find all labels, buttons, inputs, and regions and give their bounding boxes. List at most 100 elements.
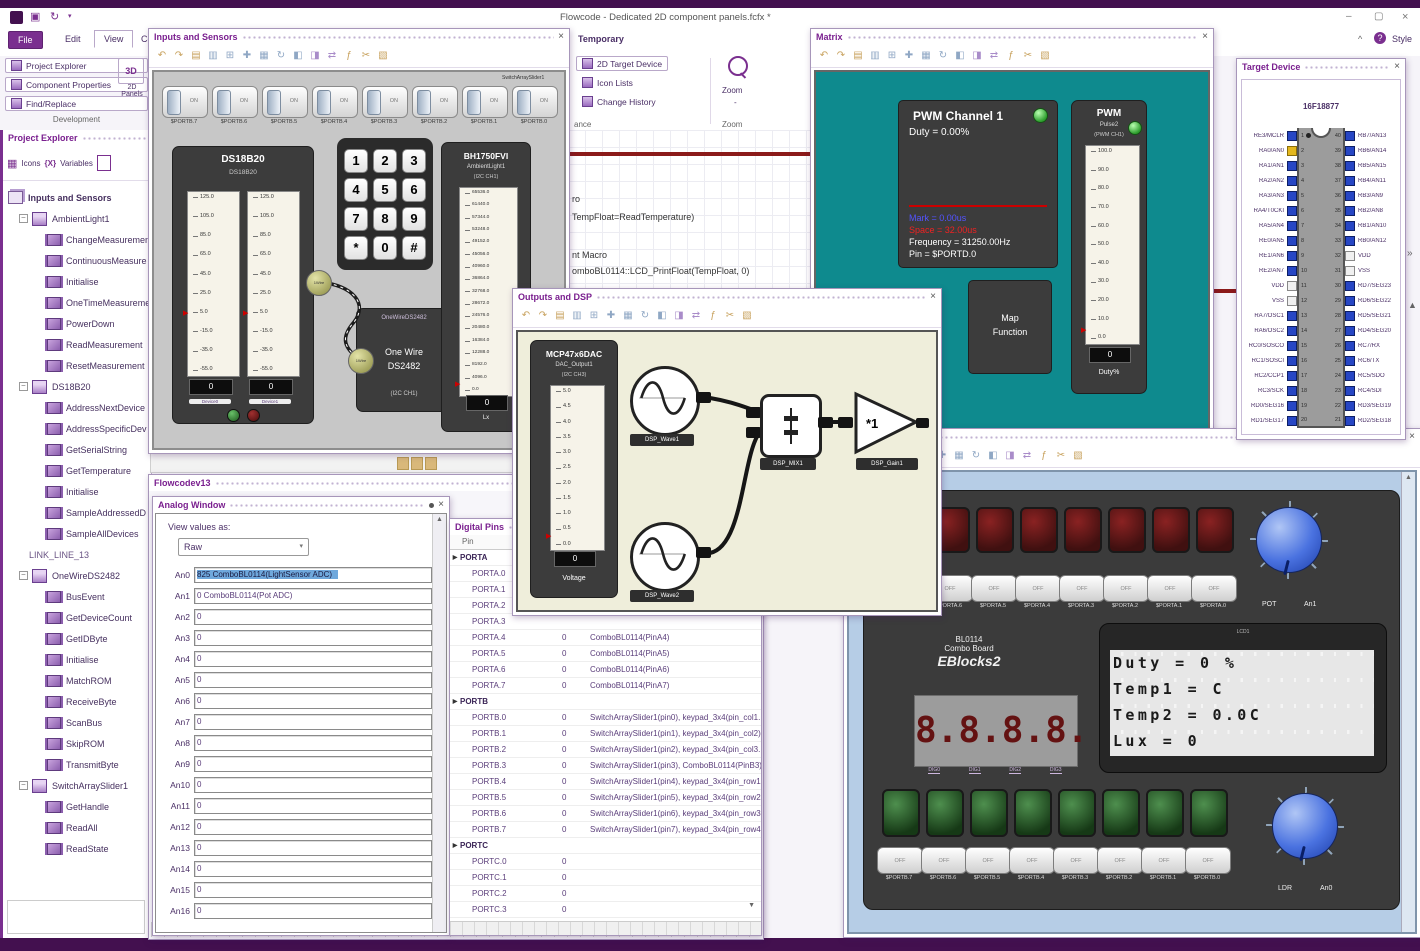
connector-plug[interactable] — [818, 417, 833, 428]
digital-pin-row[interactable]: ▶ PORTC.1 0 — [450, 870, 761, 886]
toggle-switch[interactable]: OFF — [1147, 575, 1193, 602]
digital-pin-row[interactable]: ▶ PORTB.6 0 SwitchArraySlider1(pin6), ke… — [450, 806, 761, 822]
pin-box-left[interactable] — [1287, 190, 1297, 201]
digital-pin-row[interactable]: ▶ PORTA.3 — [450, 614, 761, 630]
tree-item[interactable]: TransmitByte — [3, 754, 151, 775]
pin-label-right[interactable]: RB6/AN14 — [1355, 148, 1396, 154]
pin-label-left[interactable]: RC3/SCK — [1246, 388, 1287, 394]
pin-label-left[interactable]: RD0/SEG16 — [1246, 403, 1287, 409]
digital-pin-row[interactable]: ▶ PORTB.3 0 SwitchArraySlider1(pin3), Co… — [450, 758, 761, 774]
pin-label-right[interactable]: RD5/SEG21 — [1355, 313, 1396, 319]
icons-tab-icon[interactable]: ▦ — [7, 157, 17, 170]
pin-label-right[interactable]: VDD — [1355, 253, 1396, 259]
map-function-block[interactable]: Map Function — [968, 280, 1052, 374]
digital-pin-row[interactable]: ▶ PORTB.2 0 SwitchArraySlider1(pin2), ke… — [450, 742, 761, 758]
toolbar-icon[interactable]: ✚ — [604, 309, 618, 323]
pin-box-left[interactable] — [1287, 220, 1297, 231]
toolbar-icon[interactable]: ↻ — [969, 449, 983, 463]
toolbar-icon[interactable]: ▧ — [1071, 449, 1085, 463]
toolbar-icon[interactable]: ↷ — [172, 49, 186, 63]
pin-label-left[interactable]: RE2/AN7 — [1246, 268, 1287, 274]
toolbar-icon[interactable]: ✚ — [902, 49, 916, 63]
pin-box-right[interactable] — [1345, 355, 1355, 366]
tree-item[interactable]: Inputs and Sensors — [3, 187, 151, 208]
channel-value-field[interactable]: 0 — [194, 734, 432, 751]
tree-item[interactable]: Initialise — [3, 649, 151, 670]
tree-item[interactable]: GetHandle — [3, 796, 151, 817]
pin-box-left[interactable] — [1287, 250, 1297, 261]
pin-box-left[interactable] — [1287, 325, 1297, 336]
tree-item[interactable]: AddressSpecificDev — [3, 418, 151, 439]
toolbar-icon[interactable]: ƒ — [1004, 49, 1018, 63]
toggle-switch[interactable]: OFF — [1009, 847, 1055, 874]
toggle-icon-lists[interactable]: Icon Lists — [576, 75, 669, 90]
style-menu[interactable]: Style — [1392, 34, 1412, 44]
tree-item[interactable]: ResetMeasurement — [3, 355, 151, 376]
toolbar-icon[interactable]: ◧ — [986, 449, 1000, 463]
tree-item[interactable]: GetSerialString — [3, 439, 151, 460]
toolbar-icon[interactable]: ◨ — [970, 49, 984, 63]
pin-box-right[interactable] — [1345, 265, 1355, 276]
pin-box-right[interactable] — [1345, 400, 1355, 411]
toggle-2d-target-device[interactable]: 2D Target Device — [576, 56, 669, 71]
toolbar-icon[interactable]: ▤ — [553, 309, 567, 323]
channel-value-field[interactable]: 0 — [194, 797, 432, 814]
channel-value-field[interactable]: 0 — [194, 671, 432, 688]
pin-box-right[interactable] — [1345, 250, 1355, 261]
channel-value-field[interactable]: 0 — [194, 860, 432, 877]
pin-label-left[interactable]: RA2/AN2 — [1246, 178, 1287, 184]
pin-box-left[interactable] — [1287, 400, 1297, 411]
pin-box-right[interactable] — [1345, 205, 1355, 216]
pin-box-right[interactable] — [1345, 235, 1355, 246]
tree-item[interactable]: ScanBus — [3, 712, 151, 733]
tree-item[interactable]: SkipROM — [3, 733, 151, 754]
tree-item[interactable]: MatchROM — [3, 670, 151, 691]
connector-plug[interactable] — [696, 392, 711, 403]
help-icon[interactable]: ? — [1374, 32, 1386, 44]
pin-label-left[interactable]: VDD — [1246, 283, 1287, 289]
pin-label-right[interactable]: RB5/AN15 — [1355, 163, 1396, 169]
channel-value-field[interactable]: 0 — [194, 839, 432, 856]
toolbar-icon[interactable]: ↻ — [638, 309, 652, 323]
close-icon[interactable]: × — [558, 32, 564, 42]
pin-label-left[interactable]: RD1/SEG17 — [1246, 418, 1287, 424]
pin-box-right[interactable] — [1345, 160, 1355, 171]
digital-pin-row[interactable]: ▶ PORTB.4 0 SwitchArraySlider1(pin4), ke… — [450, 774, 761, 790]
tree-item[interactable]: SwitchArraySlider1 — [3, 775, 151, 796]
channel-value-field[interactable]: 0 ComboBL0114(Pot ADC) — [194, 587, 432, 604]
digital-pin-row[interactable]: ▶ PORTB.7 0 SwitchArraySlider1(pin7), ke… — [450, 822, 761, 838]
pin-box-right[interactable] — [1345, 340, 1355, 351]
toggle-switch[interactable]: OFF — [1053, 847, 1099, 874]
pin-box-left[interactable] — [1287, 280, 1297, 291]
tree-item[interactable]: SampleAddressedD — [3, 502, 151, 523]
pin-box-left[interactable] — [1287, 310, 1297, 321]
pin-box-right[interactable] — [1345, 385, 1355, 396]
toolbar-icon[interactable]: ◨ — [1003, 449, 1017, 463]
pin-column-header[interactable]: Pin — [462, 537, 474, 546]
tree-item[interactable]: AmbientLight1 — [3, 208, 151, 229]
toolbar-icon[interactable]: ✚ — [240, 49, 254, 63]
tree-item[interactable]: DS18B20 — [3, 376, 151, 397]
toolbar-icon[interactable]: ⇄ — [987, 49, 1001, 63]
toolbar-icon[interactable]: ▦ — [257, 49, 271, 63]
digital-pin-row[interactable]: ▶ PORTB — [450, 694, 761, 710]
toolbar-icon[interactable]: ◨ — [672, 309, 686, 323]
channel-value-field[interactable]: 0 — [194, 629, 432, 646]
channel-value-field[interactable]: 0 — [194, 902, 432, 919]
toolbar-icon[interactable]: ⊞ — [223, 49, 237, 63]
zoom-minus[interactable]: - — [734, 98, 737, 107]
toolbar-icon[interactable]: ƒ — [342, 49, 356, 63]
ribbon-collapse-icon[interactable]: ^ — [1358, 34, 1362, 44]
pin-box-left[interactable] — [1287, 160, 1297, 171]
close-button[interactable]: × — [1402, 11, 1408, 23]
tree-item[interactable]: Initialise — [3, 271, 151, 292]
connector-plug[interactable] — [746, 407, 761, 418]
digital-pin-row[interactable]: ▶ PORTA.5 0 ComboBL0114(PinA5) — [450, 646, 761, 662]
pin-box-right[interactable] — [1345, 175, 1355, 186]
toolbar-icon[interactable]: ⊞ — [587, 309, 601, 323]
digital-pin-row[interactable]: ▶ PORTC.2 0 — [450, 886, 761, 902]
pin-label-right[interactable]: RC4/SDI — [1355, 388, 1396, 394]
zoom-button-label[interactable]: Zoom — [722, 86, 742, 95]
toggle-switch[interactable]: OFF — [1103, 575, 1149, 602]
pin-box-right[interactable] — [1345, 190, 1355, 201]
